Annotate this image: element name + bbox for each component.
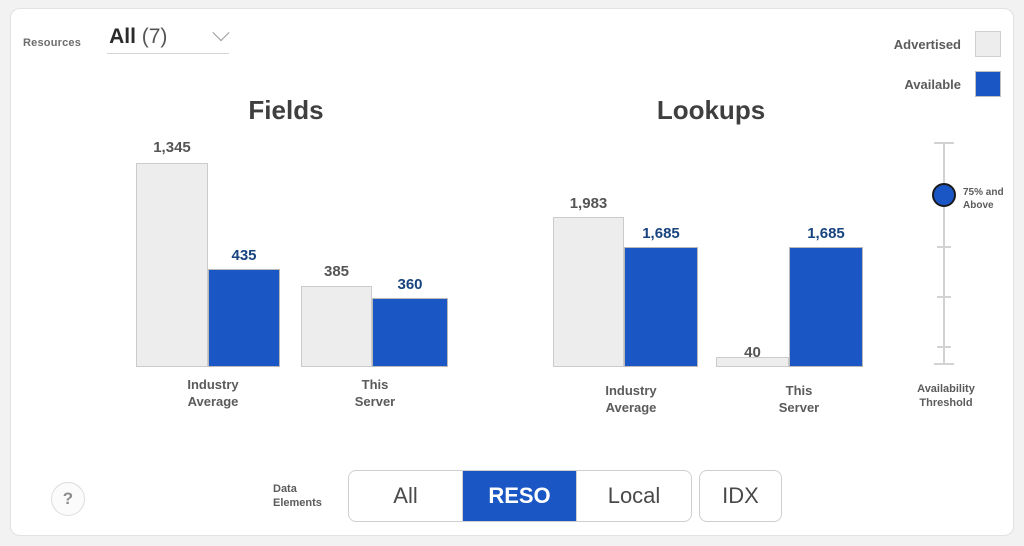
availability-threshold-slider-knob[interactable] xyxy=(932,183,956,207)
chart-title-fields: Fields xyxy=(248,95,324,125)
chart-title-lookups: Lookups xyxy=(656,95,766,125)
slider-caption-line1: Availability xyxy=(917,383,975,395)
group-label-fields-server: This Server xyxy=(300,376,450,410)
slider-caption: Availability Threshold xyxy=(891,382,1001,410)
group-label-fields-industry: Industry Average xyxy=(138,376,288,410)
slider-tick-2 xyxy=(937,296,951,298)
bar-fields-server-available xyxy=(372,298,448,367)
legend: Advertised Available xyxy=(811,31,1001,111)
dashboard-card: Resources All (7) Advertised Available F… xyxy=(10,8,1014,536)
data-elements-segmented-control[interactable]: All RESO Local xyxy=(348,470,692,522)
resources-count: (7) xyxy=(141,25,168,48)
chevron-down-icon[interactable] xyxy=(212,24,230,42)
segment-local[interactable]: Local xyxy=(577,471,691,521)
idx-button[interactable]: IDX xyxy=(699,470,782,522)
group-label-line2: Server xyxy=(354,394,396,409)
segment-reso[interactable]: RESO xyxy=(463,471,577,521)
resources-value: All (7) xyxy=(109,25,167,49)
bar-value-fields-server-advertised: 385 xyxy=(323,263,350,280)
bar-lookups-industry-available xyxy=(624,247,698,367)
bar-value-fields-industry-available: 435 xyxy=(231,247,257,264)
bar-value-fields-server-available: 360 xyxy=(397,276,423,293)
group-label-line2: Average xyxy=(187,394,239,409)
data-elements-label-line2: Elements xyxy=(273,497,322,509)
bar-value-lookups-industry-available: 1,685 xyxy=(642,225,680,242)
bar-fields-industry-advertised xyxy=(136,163,208,367)
group-label-line1: This xyxy=(361,377,389,392)
slider-knob-label: 75% and Above xyxy=(963,186,1013,212)
slider-knob-label-line1: 75% and xyxy=(963,187,1004,198)
legend-label-available: Available xyxy=(904,76,961,92)
group-label-line2: Average xyxy=(605,400,657,415)
bar-fields-industry-available xyxy=(208,269,280,367)
data-elements-label-line1: Data xyxy=(273,483,297,495)
group-label-line2: Server xyxy=(778,400,820,415)
data-elements-label: Data Elements xyxy=(273,482,343,510)
slider-tick-bottom xyxy=(934,363,954,365)
bar-value-fields-industry-advertised: 1,345 xyxy=(153,139,191,156)
legend-label-advertised: Advertised xyxy=(893,36,961,52)
legend-item-available: Available xyxy=(811,71,1001,97)
bar-value-lookups-server-available: 1,685 xyxy=(807,225,845,242)
availability-threshold-slider-track[interactable] xyxy=(943,142,945,364)
bar-lookups-server-available xyxy=(789,247,863,367)
bar-value-lookups-industry-advertised: 1,983 xyxy=(569,195,608,212)
group-label-line1: This xyxy=(785,383,813,398)
slider-knob-label-line2: Above xyxy=(963,200,994,211)
help-button[interactable]: ? xyxy=(51,482,85,516)
group-label-line1: Industry xyxy=(605,383,657,398)
legend-item-advertised: Advertised xyxy=(811,31,1001,57)
slider-tick-3 xyxy=(937,346,951,348)
bar-lookups-industry-advertised xyxy=(553,217,624,367)
slider-tick-top xyxy=(934,142,954,144)
resources-label: Resources xyxy=(23,37,82,49)
legend-swatch-advertised xyxy=(975,31,1001,57)
resources-value-text: All xyxy=(109,25,136,48)
resources-selector[interactable]: Resources All (7) xyxy=(23,24,230,54)
group-label-lookups-server: This Server xyxy=(724,382,874,416)
group-label-line1: Industry xyxy=(187,377,239,392)
legend-swatch-available xyxy=(975,71,1001,97)
slider-tick-1 xyxy=(937,246,951,248)
slider-caption-line2: Threshold xyxy=(919,397,973,409)
group-label-lookups-industry: Industry Average xyxy=(556,382,706,416)
resources-dropdown[interactable]: All (7) xyxy=(107,24,230,54)
segment-all[interactable]: All xyxy=(349,471,463,521)
bar-fields-server-advertised xyxy=(301,286,372,367)
bar-lookups-server-advertised xyxy=(716,357,789,367)
